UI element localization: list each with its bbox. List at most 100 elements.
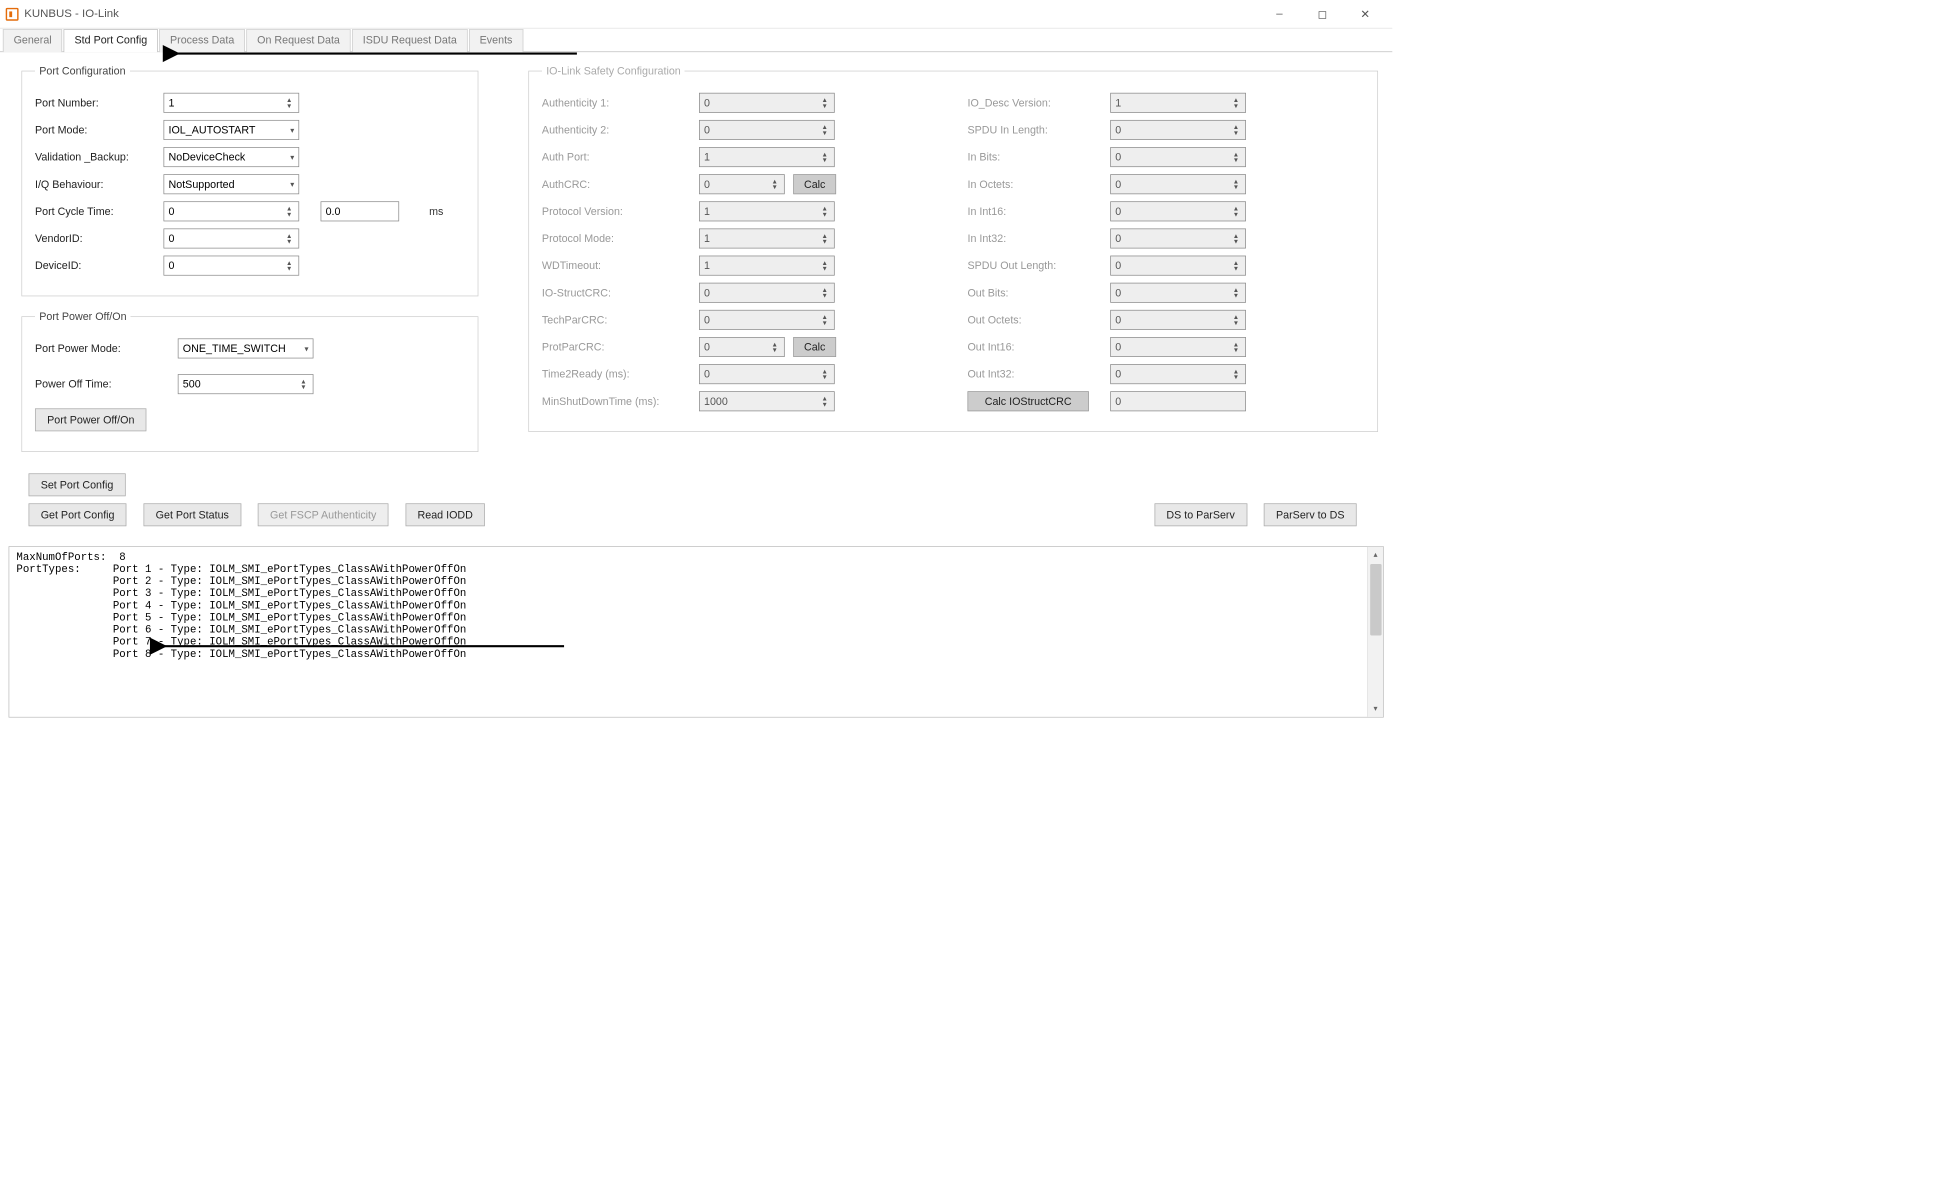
vendor-id-input[interactable]: 0 ▲▼ [164, 228, 300, 248]
get-fscp-authenticity-button[interactable]: Get FSCP Authenticity [258, 503, 389, 526]
read-iodd-button[interactable]: Read IODD [405, 503, 485, 526]
safety-left-label-8: TechParCRC: [542, 314, 699, 326]
minimize-button[interactable]: – [1258, 0, 1301, 28]
calc-iostructcrc-output: 0 [1110, 391, 1246, 411]
get-port-config-button[interactable]: Get Port Config [29, 503, 127, 526]
tab-events[interactable]: Events [469, 29, 523, 52]
safety-right-input-3[interactable]: 0▲▼ [1110, 174, 1246, 194]
io-link-safety-group: IO-Link Safety Configuration Authenticit… [528, 65, 1378, 432]
safety-right-input-8[interactable]: 0▲▼ [1110, 310, 1246, 330]
port-mode-label: Port Mode: [35, 124, 164, 136]
safety-right-label-3: In Octets: [967, 178, 1110, 190]
port-power-legend: Port Power Off/On [35, 311, 131, 323]
safety-left-label-4: Protocol Version: [542, 205, 699, 217]
safety-right-input-5[interactable]: 0▲▼ [1110, 228, 1246, 248]
ms-unit: ms [429, 205, 443, 217]
tab-general[interactable]: General [3, 29, 63, 52]
safety-right-input-9[interactable]: 0▲▼ [1110, 337, 1246, 357]
scroll-down-icon[interactable]: ▾ [1368, 701, 1383, 717]
tab-on-request-data[interactable]: On Request Data [246, 29, 350, 52]
titlebar: KUNBUS - IO-Link – ◻ ✕ [0, 0, 1392, 29]
app-icon [6, 7, 19, 20]
safety-right-input-1[interactable]: 0▲▼ [1110, 120, 1246, 140]
port-configuration-group: Port Configuration Port Number: 1 ▲▼ Por… [21, 65, 478, 296]
port-power-mode-combo[interactable]: ONE_TIME_SWITCH▾ [178, 338, 314, 358]
safety-left-input-8[interactable]: 0▲▼ [699, 310, 835, 330]
parserv-to-ds-button[interactable]: ParServ to DS [1264, 503, 1357, 526]
safety-right-label-4: In Int16: [967, 205, 1110, 217]
console-panel: MaxNumOfPorts: 8 PortTypes: Port 1 - Typ… [9, 546, 1384, 717]
safety-left-label-9: ProtParCRC: [542, 341, 699, 353]
safety-left-input-5[interactable]: 1▲▼ [699, 228, 835, 248]
scroll-up-icon[interactable]: ▴ [1368, 547, 1383, 563]
validation-backup-combo[interactable]: NoDeviceCheck▾ [164, 147, 300, 167]
vendor-id-label: VendorID: [35, 232, 164, 244]
get-port-status-button[interactable]: Get Port Status [144, 503, 241, 526]
port-configuration-legend: Port Configuration [35, 65, 130, 77]
safety-left-input-11[interactable]: 1000▲▼ [699, 391, 835, 411]
safety-left-input-6[interactable]: 1▲▼ [699, 256, 835, 276]
safety-right-label-10: Out Int32: [967, 368, 1110, 380]
safety-left-input-2[interactable]: 1▲▼ [699, 147, 835, 167]
safety-right-label-2: In Bits: [967, 151, 1110, 163]
maximize-button[interactable]: ◻ [1301, 0, 1344, 28]
ds-to-parserv-button[interactable]: DS to ParServ [1154, 503, 1247, 526]
iq-behaviour-combo[interactable]: NotSupported▾ [164, 174, 300, 194]
safety-left-input-4[interactable]: 1▲▼ [699, 201, 835, 221]
safety-left-label-1: Authenticity 2: [542, 124, 699, 136]
safety-right-input-6[interactable]: 0▲▼ [1110, 256, 1246, 276]
port-number-label: Port Number: [35, 97, 164, 109]
safety-left-input-3[interactable]: 0▲▼ [699, 174, 785, 194]
port-power-mode-label: Port Power Mode: [35, 342, 178, 354]
window-controls: – ◻ ✕ [1258, 0, 1387, 28]
window-title: KUNBUS - IO-Link [24, 7, 119, 20]
safety-right-label-1: SPDU In Length: [967, 124, 1110, 136]
safety-left-input-1[interactable]: 0▲▼ [699, 120, 835, 140]
port-number-input[interactable]: 1 ▲▼ [164, 93, 300, 113]
safety-calc-button-3[interactable]: Calc [793, 174, 836, 194]
tab-process-data[interactable]: Process Data [159, 29, 245, 52]
safety-left-input-0[interactable]: 0▲▼ [699, 93, 835, 113]
safety-right-label-5: In Int32: [967, 232, 1110, 244]
validation-backup-label: Validation _Backup: [35, 151, 164, 163]
port-cycle-time-input[interactable]: 0 ▲▼ [164, 201, 300, 221]
device-id-input[interactable]: 0 ▲▼ [164, 256, 300, 276]
set-port-config-button[interactable]: Set Port Config [29, 473, 126, 496]
device-id-label: DeviceID: [35, 260, 164, 272]
safety-calc-button-9[interactable]: Calc [793, 337, 836, 357]
power-off-time-input[interactable]: 500 ▲▼ [178, 374, 314, 394]
tab-isdu-request-data[interactable]: ISDU Request Data [352, 29, 467, 52]
safety-right-input-2[interactable]: 0▲▼ [1110, 147, 1246, 167]
safety-right-input-10[interactable]: 0▲▼ [1110, 364, 1246, 384]
spin-buttons[interactable]: ▲▼ [284, 97, 294, 108]
safety-right-input-0[interactable]: 1▲▼ [1110, 93, 1246, 113]
safety-left-label-6: WDTimeout: [542, 260, 699, 272]
port-power-group: Port Power Off/On Port Power Mode: ONE_T… [21, 311, 478, 452]
safety-left-label-10: Time2Ready (ms): [542, 368, 699, 380]
console-output: MaxNumOfPorts: 8 PortTypes: Port 1 - Typ… [9, 547, 1383, 717]
safety-left-label-5: Protocol Mode: [542, 232, 699, 244]
safety-left-label-0: Authenticity 1: [542, 97, 699, 109]
tab-std-port-config[interactable]: Std Port Config [64, 29, 158, 52]
console-scrollbar[interactable]: ▴ ▾ [1367, 547, 1383, 717]
calc-iostructcrc-button[interactable]: Calc IOStructCRC [967, 391, 1088, 411]
safety-right-label-7: Out Bits: [967, 287, 1110, 299]
safety-left-input-10[interactable]: 0▲▼ [699, 364, 835, 384]
safety-right-label-6: SPDU Out Length: [967, 260, 1110, 272]
close-button[interactable]: ✕ [1344, 0, 1387, 28]
safety-right-input-4[interactable]: 0▲▼ [1110, 201, 1246, 221]
safety-right-label-8: Out Octets: [967, 314, 1110, 326]
safety-left-label-7: IO-StructCRC: [542, 287, 699, 299]
safety-legend: IO-Link Safety Configuration [542, 65, 685, 77]
port-mode-combo[interactable]: IOL_AUTOSTART▾ [164, 120, 300, 140]
safety-right-label-9: Out Int16: [967, 341, 1110, 353]
port-cycle-time-ms[interactable]: 0.0 [321, 201, 400, 221]
safety-left-label-11: MinShutDownTime (ms): [542, 395, 699, 407]
port-cycle-time-label: Port Cycle Time: [35, 205, 164, 217]
safety-left-input-7[interactable]: 0▲▼ [699, 283, 835, 303]
safety-left-input-9[interactable]: 0▲▼ [699, 337, 785, 357]
safety-right-input-7[interactable]: 0▲▼ [1110, 283, 1246, 303]
scroll-thumb[interactable] [1370, 564, 1381, 635]
safety-right-label-0: IO_Desc Version: [967, 97, 1110, 109]
port-power-toggle-button[interactable]: Port Power Off/On [35, 408, 147, 431]
